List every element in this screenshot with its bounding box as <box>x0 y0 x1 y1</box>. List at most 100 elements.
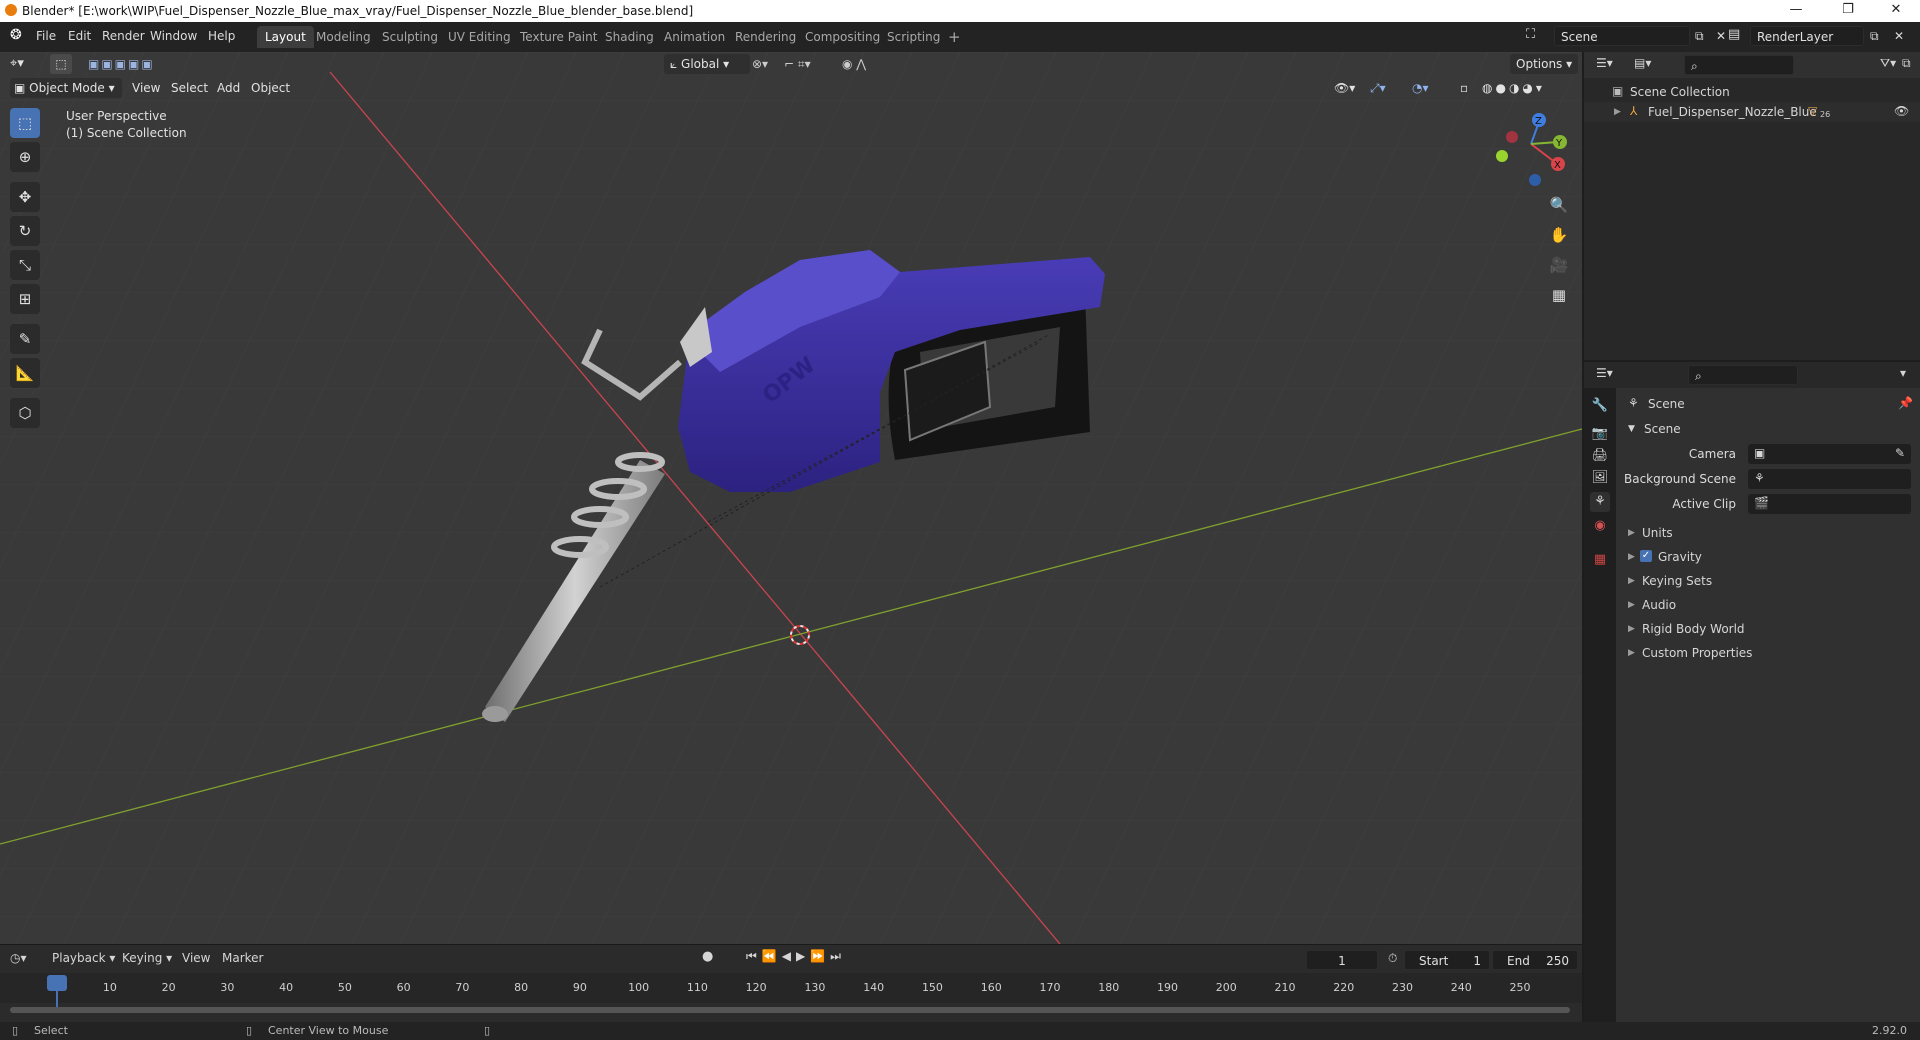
render-tab-icon[interactable]: 📷 <box>1590 424 1610 444</box>
new-renderlayer-icon[interactable]: ⧉ <box>1870 29 1879 44</box>
chevron-down-icon[interactable]: ▾ <box>1900 366 1906 380</box>
active-clip-field[interactable]: 🎬 <box>1748 494 1911 514</box>
tool-cursor[interactable]: ⊕ <box>10 142 40 172</box>
options-dropdown[interactable]: Options ▾ <box>1510 54 1579 74</box>
properties-editor-type-icon[interactable]: ☰▾ <box>1596 366 1613 380</box>
add-workspace-button[interactable]: + <box>940 26 969 48</box>
expand-arrow-icon[interactable]: ▶ <box>1614 107 1621 117</box>
collapsed-arrow-icon[interactable]: ▶ <box>1628 648 1635 658</box>
menu-help[interactable]: Help <box>208 29 235 43</box>
end-frame-field[interactable]: End 250 <box>1492 950 1578 970</box>
ortho-grid-icon[interactable]: ▦ <box>1546 282 1572 308</box>
zoom-icon[interactable]: 🔍 <box>1546 192 1572 218</box>
snap-icon[interactable]: ⌐ ⌗▾ <box>784 54 811 74</box>
playback-controls[interactable]: ⏮⏪◀▶⏩⏭ <box>746 949 846 964</box>
gravity-panel-header[interactable]: Gravity <box>1658 550 1702 564</box>
outliner-object-label[interactable]: Fuel_Dispenser_Nozzle_Blue <box>1648 105 1817 119</box>
eyedropper-icon[interactable]: ✎ <box>1895 446 1905 460</box>
gizmo-toggle-icon[interactable]: ⤢▾ <box>1370 78 1386 98</box>
timer-icon[interactable]: ⏱ <box>1388 951 1397 966</box>
collapsed-arrow-icon[interactable]: ▶ <box>1628 576 1635 586</box>
tab-compositing[interactable]: Compositing <box>797 26 888 48</box>
display-mode-icon[interactable]: ▤▾ <box>1634 56 1651 70</box>
tool-move[interactable]: ✥ <box>10 182 40 212</box>
tool-select-box[interactable]: ⬚ <box>10 108 40 138</box>
collapsed-arrow-icon[interactable]: ▶ <box>1628 528 1635 538</box>
select-tool-icon[interactable]: ⬚ <box>50 54 72 74</box>
delete-scene-icon[interactable]: ✕ <box>1716 29 1726 43</box>
shading-mode-icons[interactable]: ◍●◑◕▾ <box>1482 78 1545 98</box>
transform-orientation-dropdown[interactable]: ⟀ Global ▾ <box>664 54 750 74</box>
custom-properties-panel-header[interactable]: Custom Properties <box>1642 646 1752 660</box>
tool-scale[interactable]: ⤡ <box>10 250 40 280</box>
maximize-button[interactable]: ❐ <box>1826 2 1870 20</box>
menu-render[interactable]: Render <box>102 29 145 43</box>
tab-uv-editing[interactable]: UV Editing <box>440 26 519 48</box>
menu-window[interactable]: Window <box>150 29 197 43</box>
timeline-menu-view[interactable]: View <box>182 951 210 965</box>
viewport-menu-view[interactable]: View <box>132 78 160 98</box>
new-scene-icon[interactable]: ⧉ <box>1695 29 1704 44</box>
tool-add-cube[interactable]: ⬡ <box>10 398 40 428</box>
properties-editor[interactable]: ☰▾ ⌕ ▾ 🔧 📷 🖨 🖼 ⚘ ◉ ▦ ⚘ Scene 📌 ▼ Scene C… <box>1584 362 1920 1022</box>
editor-type-icon[interactable]: ⌖▾ <box>10 54 24 74</box>
panel-expanded-arrow-icon[interactable]: ▼ <box>1628 424 1635 434</box>
viewport-canvas[interactable]: OPW Z X Y <box>0 52 1582 944</box>
tool-annotate[interactable]: ✎ <box>10 324 40 354</box>
pivot-point-icon[interactable]: ⊗▾ <box>752 54 768 74</box>
scene-field[interactable]: Scene <box>1554 26 1690 46</box>
audio-panel-header[interactable]: Audio <box>1642 598 1676 612</box>
start-frame-field[interactable]: Start 1 <box>1404 950 1490 970</box>
tab-rendering[interactable]: Rendering <box>727 26 804 48</box>
tab-sculpting[interactable]: Sculpting <box>374 26 446 48</box>
camera-field[interactable]: ▣ ✎ <box>1748 444 1911 464</box>
rigid-body-world-panel-header[interactable]: Rigid Body World <box>1642 622 1745 636</box>
tab-texture-paint[interactable]: Texture Paint <box>512 26 605 48</box>
minimize-button[interactable]: — <box>1774 2 1818 20</box>
tool-rotate[interactable]: ↻ <box>10 216 40 246</box>
gravity-checkbox[interactable]: ✓ <box>1640 550 1652 562</box>
tool-tab-icon[interactable]: 🔧 <box>1590 396 1610 416</box>
viewport-menu-object[interactable]: Object <box>251 78 290 98</box>
close-button[interactable]: ✕ <box>1874 2 1918 20</box>
background-scene-field[interactable]: ⚘ <box>1748 469 1911 489</box>
current-frame-field[interactable]: 1 <box>1306 950 1378 970</box>
new-collection-icon[interactable]: ⧉ <box>1902 56 1911 71</box>
timeline-menu-playback[interactable]: Playback ▾ <box>52 951 115 965</box>
outliner[interactable]: ☰▾ ▤▾ ⌕ ⛛▾ ⧉ ▣ Scene Collection ▶ ⅄ Fuel… <box>1584 52 1920 360</box>
collapsed-arrow-icon[interactable]: ▶ <box>1628 600 1635 610</box>
menu-file[interactable]: File <box>36 29 56 43</box>
menu-edit[interactable]: Edit <box>68 29 91 43</box>
timeline-menu-keying[interactable]: Keying ▾ <box>122 951 172 965</box>
scene-selector-icon[interactable]: ⛶ <box>1526 27 1535 42</box>
timeline-scrollbar[interactable] <box>10 1007 1570 1013</box>
renderlayer-selector-icon[interactable]: ▤ <box>1728 27 1740 42</box>
tab-shading[interactable]: Shading <box>597 26 662 48</box>
visibility-icon[interactable]: 👁▾ <box>1334 78 1355 98</box>
tab-modeling[interactable]: Modeling <box>308 26 379 48</box>
keying-sets-panel-header[interactable]: Keying Sets <box>1642 574 1712 588</box>
timeline-editor[interactable]: ◷▾ Playback ▾ Keying ▾ View Marker ● ⏮⏪◀… <box>0 944 1582 1023</box>
visibility-eye-icon[interactable]: 👁 <box>1894 104 1909 118</box>
tab-scripting[interactable]: Scripting <box>879 26 948 48</box>
camera-view-icon[interactable]: 🎥 <box>1546 252 1572 278</box>
tool-transform[interactable]: ⊞ <box>10 284 40 314</box>
units-panel-header[interactable]: Units <box>1642 526 1673 540</box>
world-tab-icon[interactable]: ◉ <box>1590 516 1610 536</box>
pin-icon[interactable]: 📌 <box>1898 396 1913 410</box>
proportional-edit-icon[interactable]: ◉ ⋀ <box>842 54 866 74</box>
viewport-menu-select[interactable]: Select <box>171 78 208 98</box>
tab-animation[interactable]: Animation <box>656 26 733 48</box>
collapsed-arrow-icon[interactable]: ▶ <box>1628 624 1635 634</box>
blender-menu-icon[interactable]: ❂ <box>10 27 22 43</box>
viewport-menu-add[interactable]: Add <box>217 78 240 98</box>
delete-renderlayer-icon[interactable]: ✕ <box>1894 29 1904 43</box>
collapsed-arrow-icon[interactable]: ▶ <box>1628 552 1635 562</box>
outliner-editor-type-icon[interactable]: ☰▾ <box>1596 56 1613 70</box>
scene-panel-header[interactable]: Scene <box>1644 422 1681 436</box>
scene-collection-label[interactable]: Scene Collection <box>1630 85 1730 99</box>
properties-search-input[interactable]: ⌕ <box>1688 365 1798 385</box>
filter-icon[interactable]: ⛛▾ <box>1880 56 1896 71</box>
tab-layout[interactable]: Layout <box>257 26 314 48</box>
overlays-icon[interactable]: ◔▾ <box>1412 78 1429 98</box>
